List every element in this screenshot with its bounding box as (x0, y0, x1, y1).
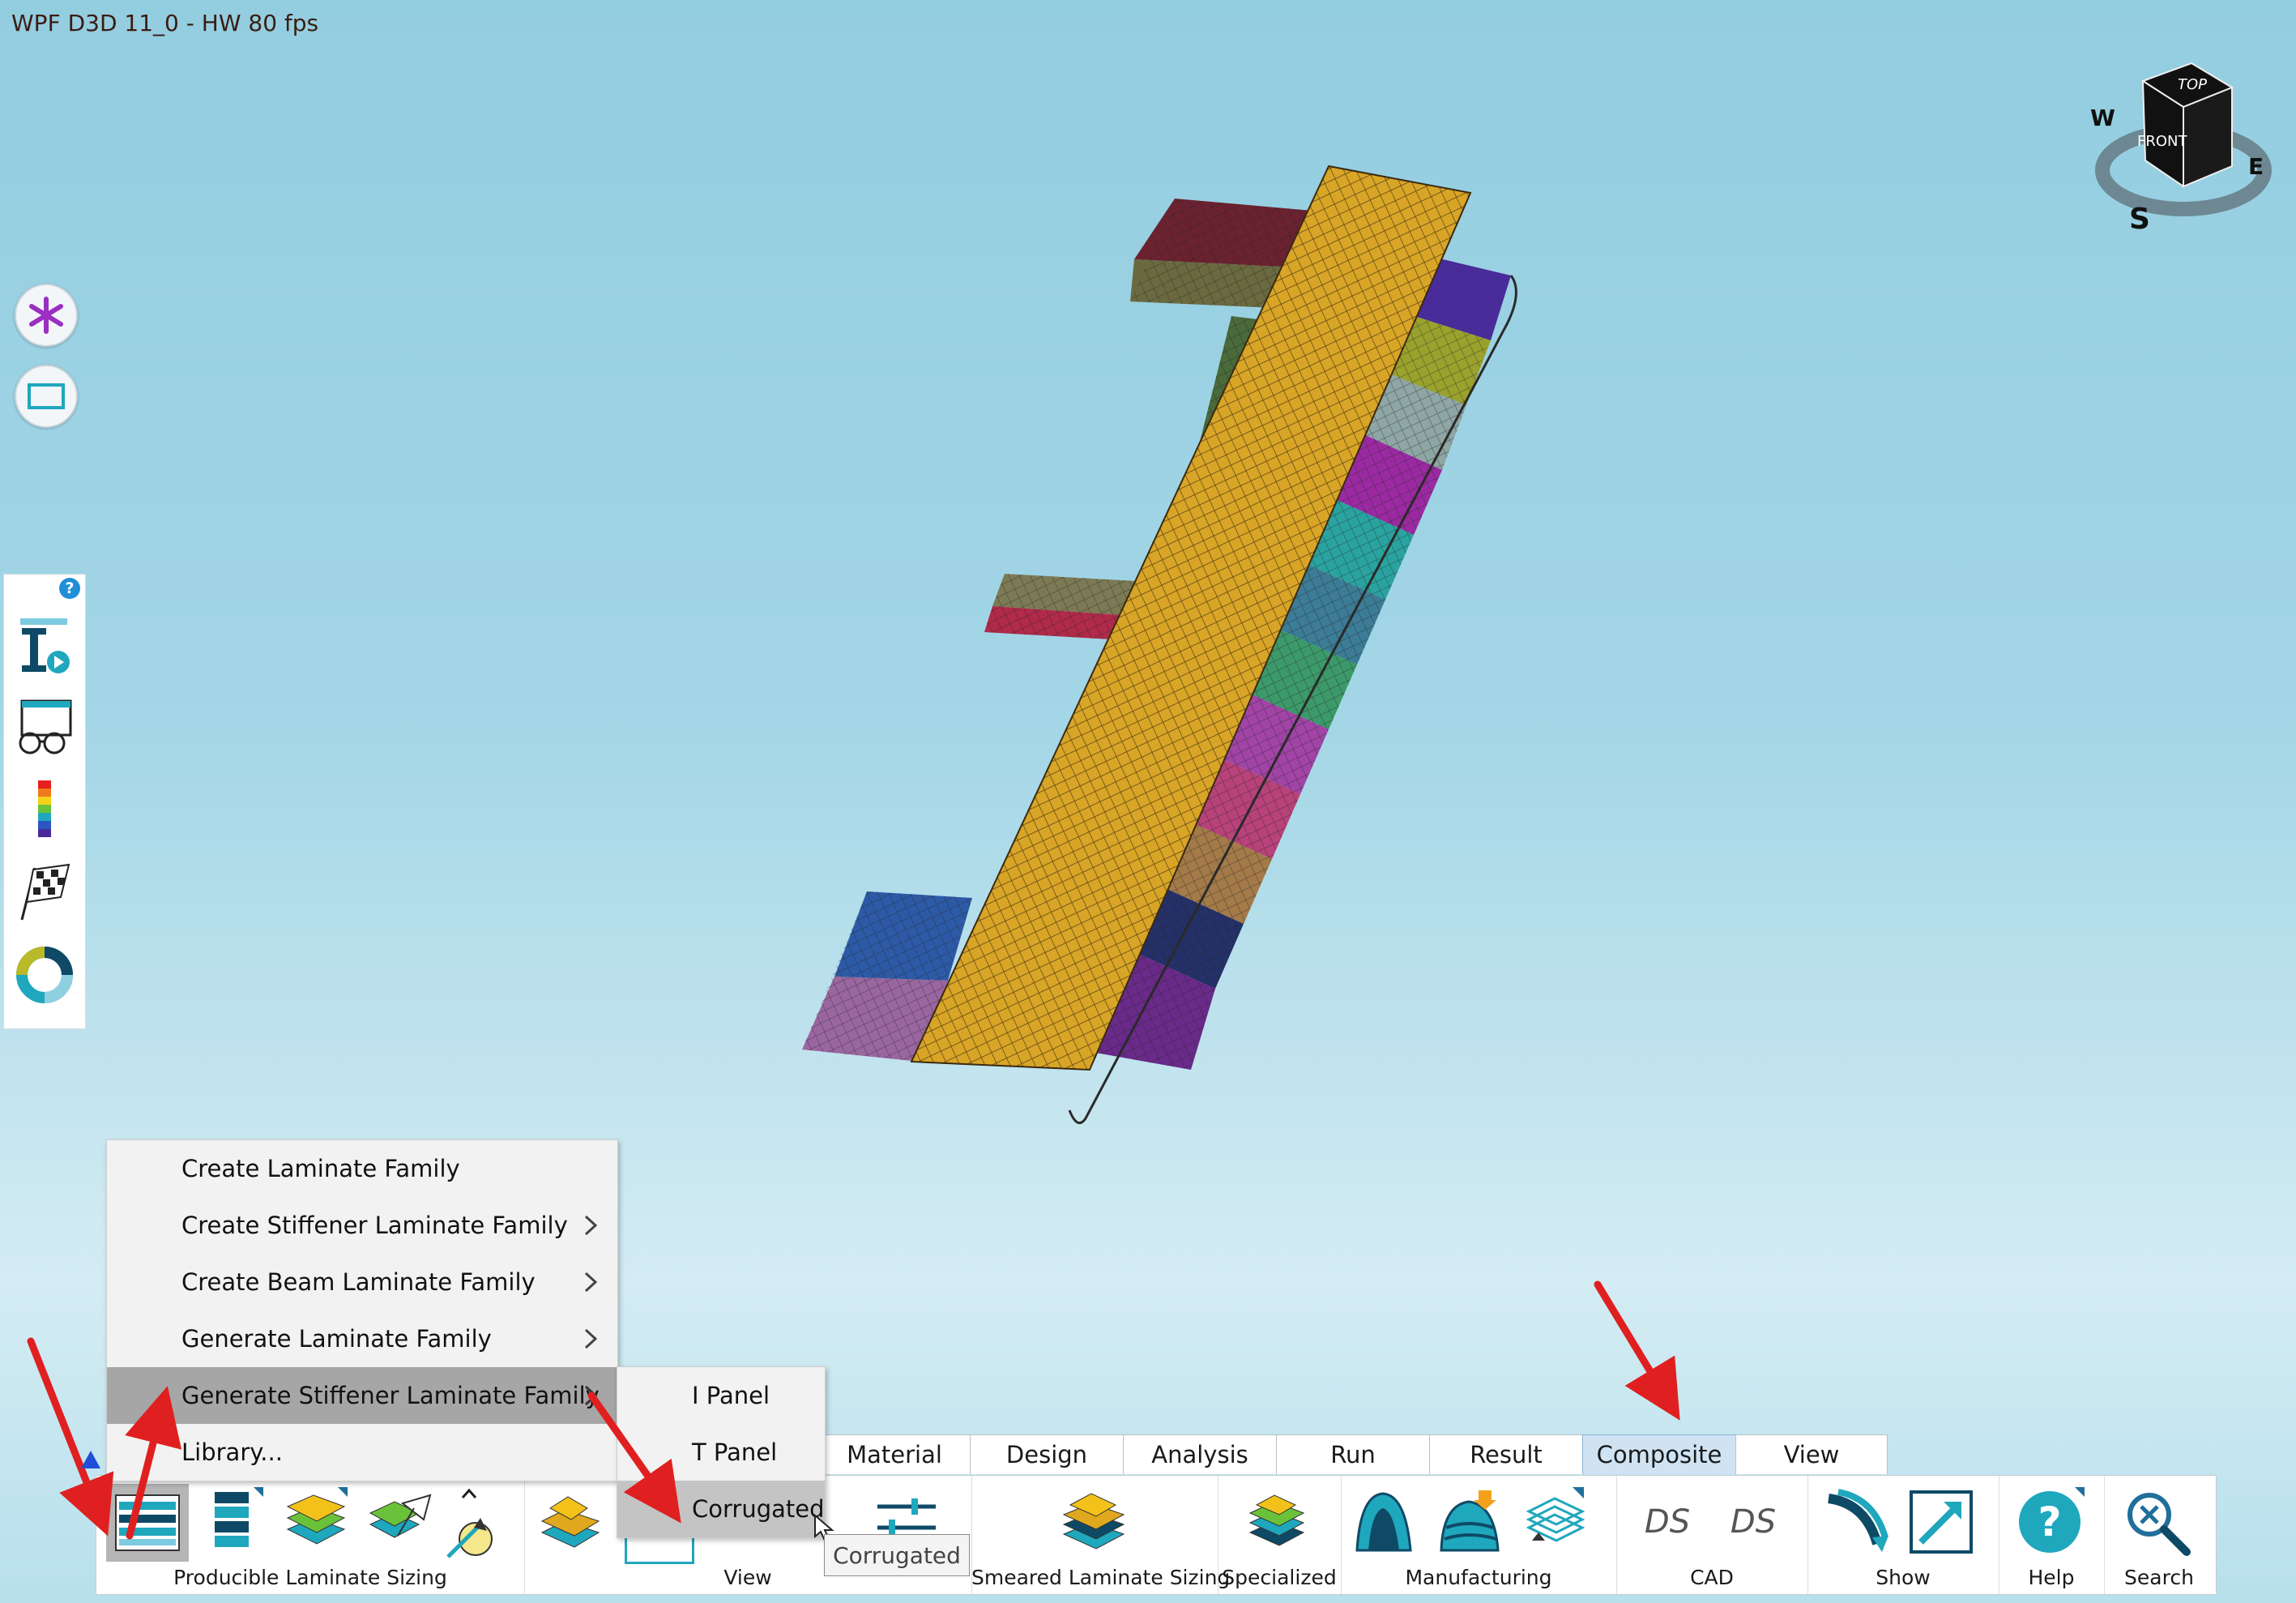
group-search: Search (2104, 1476, 2214, 1594)
chevron-right-icon (584, 1215, 598, 1236)
tab-result[interactable]: Result (1429, 1434, 1583, 1474)
ply-layers-icon[interactable] (281, 1487, 351, 1557)
chevron-right-icon (584, 1385, 598, 1406)
dome-icon[interactable] (1349, 1487, 1419, 1557)
cad-import-icon[interactable]: DS (1718, 1487, 1788, 1557)
color-ring-icon[interactable] (14, 944, 75, 1006)
checkered-flag-icon[interactable] (14, 861, 75, 923)
specialized-ply-icon[interactable] (1242, 1487, 1312, 1557)
group-help: ? Help (1999, 1476, 2105, 1594)
show-frame-arrow-icon[interactable] (1906, 1487, 1976, 1557)
chevron-right-icon (584, 1272, 598, 1293)
curved-panel-icon[interactable] (1820, 1487, 1890, 1557)
compass-east[interactable]: E (2248, 153, 2264, 180)
menu-item-generate-laminate-family[interactable]: Generate Laminate Family (107, 1310, 617, 1367)
inspect-glasses-icon[interactable] (14, 696, 75, 758)
menu-item-library[interactable]: Library... (107, 1424, 617, 1481)
group-show: Show (1807, 1476, 1999, 1594)
group-smeared-laminate-sizing: Smeared Laminate Sizing (971, 1476, 1231, 1594)
ply-draw-icon[interactable] (365, 1487, 435, 1557)
tab-design[interactable]: Design (970, 1434, 1124, 1474)
rectangle-icon (28, 383, 65, 409)
menu-item-create-laminate-family[interactable]: Create Laminate Family (107, 1140, 617, 1197)
cube-front-label: FRONT (2137, 133, 2187, 150)
rectangle-select-button[interactable] (15, 365, 78, 428)
compass-south[interactable]: S (2129, 203, 2150, 235)
laminate-stack-icon (115, 1494, 180, 1551)
group-cad: DS DS CAD (1616, 1476, 1808, 1594)
submenu-item-corrugated[interactable]: Corrugated (617, 1481, 825, 1537)
cube-top-label: TOP (2178, 76, 2207, 93)
tab-material[interactable]: Material (818, 1434, 971, 1474)
asterisk-icon (29, 297, 63, 334)
group-label-show: Show (1876, 1566, 1931, 1589)
group-manufacturing: Manufacturing (1341, 1476, 1617, 1594)
optimize-arrow-icon[interactable] (442, 1505, 498, 1562)
tab-run[interactable]: Run (1276, 1434, 1430, 1474)
menu-item-create-beam-laminate-family[interactable]: Create Beam Laminate Family (107, 1254, 617, 1310)
tooltip: Corrugated (824, 1534, 970, 1576)
view-cube[interactable]: TOP FRONT W E S (2082, 49, 2277, 235)
group-label-search: Search (2124, 1566, 2194, 1589)
chevron-right-icon (584, 1328, 598, 1349)
group-specialized: Specialized (1218, 1476, 1342, 1594)
submenu-item-t-panel[interactable]: T Panel (617, 1424, 825, 1481)
menu-item-generate-stiffener-laminate-family[interactable]: Generate Stiffener Laminate Family (107, 1367, 617, 1424)
smeared-laminate-icon[interactable] (1059, 1487, 1129, 1557)
menu-item-create-stiffener-laminate-family[interactable]: Create Stiffener Laminate Family (107, 1197, 617, 1254)
svg-text:?: ? (2038, 1498, 2061, 1545)
stiffener-type-submenu: I Panel T Panel Corrugated (617, 1366, 826, 1538)
gold-ply-icon[interactable] (536, 1487, 605, 1557)
group-label-cad: CAD (1690, 1566, 1734, 1589)
tab-view[interactable]: View (1735, 1434, 1888, 1474)
chevron-up-icon[interactable] (461, 1487, 477, 1498)
drape-icon[interactable] (1435, 1487, 1504, 1557)
laminate-family-menu: Create Laminate Family Create Stiffener … (106, 1139, 618, 1481)
group-label-specialized: Specialized (1222, 1566, 1337, 1589)
group-label-producible: Producible Laminate Sizing (173, 1566, 447, 1589)
ply-stack-icon[interactable] (197, 1487, 267, 1557)
ribbon: Producible Laminate Sizing View Smeared … (96, 1475, 2217, 1595)
laminate-family-button[interactable] (106, 1484, 189, 1562)
asterisk-button[interactable] (15, 284, 78, 347)
tab-composite[interactable]: Composite (1582, 1434, 1736, 1474)
group-label-smeared: Smeared Laminate Sizing (971, 1566, 1231, 1589)
help-icon[interactable]: ? (2015, 1487, 2085, 1557)
group-producible-laminate-sizing: Producible Laminate Sizing (96, 1476, 525, 1594)
submenu-item-i-panel[interactable]: I Panel (617, 1367, 825, 1424)
compass-west[interactable]: W (2090, 105, 2115, 131)
ply-export-icon[interactable] (1521, 1487, 1590, 1557)
group-label-manufacturing: Manufacturing (1405, 1566, 1552, 1589)
color-scale-icon[interactable] (14, 779, 75, 840)
tab-analysis[interactable]: Analysis (1123, 1434, 1277, 1474)
cad-export-icon[interactable]: DS (1632, 1487, 1702, 1557)
part-info-icon[interactable] (14, 615, 75, 677)
ribbon-tabs: Material Design Analysis Run Result Comp… (818, 1434, 1888, 1475)
search-icon[interactable] (2122, 1487, 2191, 1557)
left-toolbar: ? (3, 574, 86, 1029)
group-label-help: Help (2028, 1566, 2075, 1589)
help-badge[interactable]: ? (59, 578, 80, 599)
